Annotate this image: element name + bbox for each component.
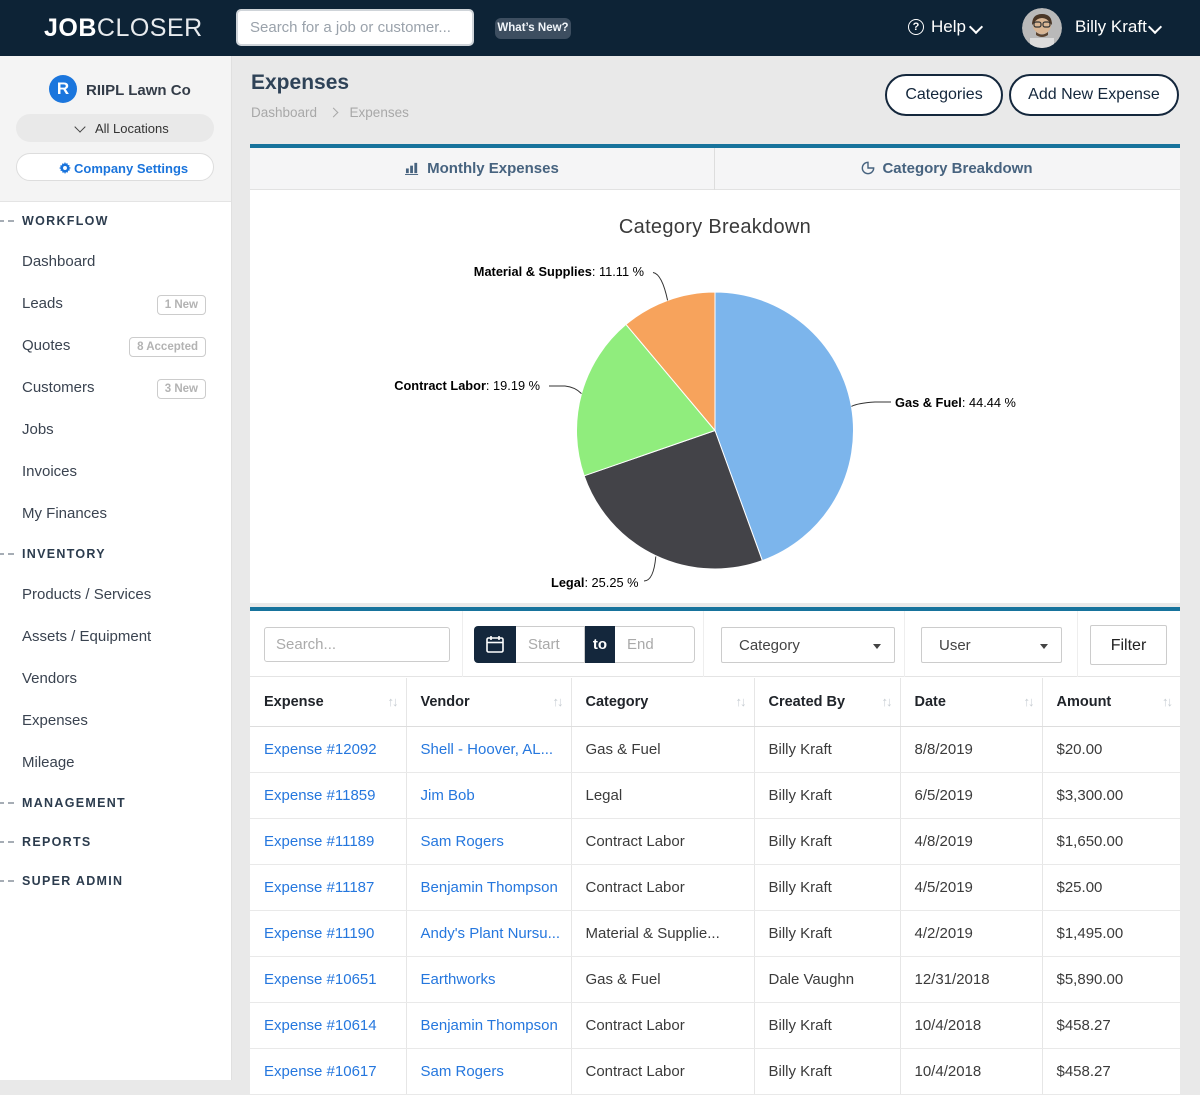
svg-text:Legal: 25.25 %: Legal: 25.25 % bbox=[551, 575, 639, 590]
svg-text:Contract Labor: 19.19 %: Contract Labor: 19.19 % bbox=[394, 378, 540, 393]
svg-text:Gas & Fuel: 44.44 %: Gas & Fuel: 44.44 % bbox=[895, 395, 1016, 410]
svg-text:Material & Supplies: 11.11 %: Material & Supplies: 11.11 % bbox=[474, 264, 644, 279]
